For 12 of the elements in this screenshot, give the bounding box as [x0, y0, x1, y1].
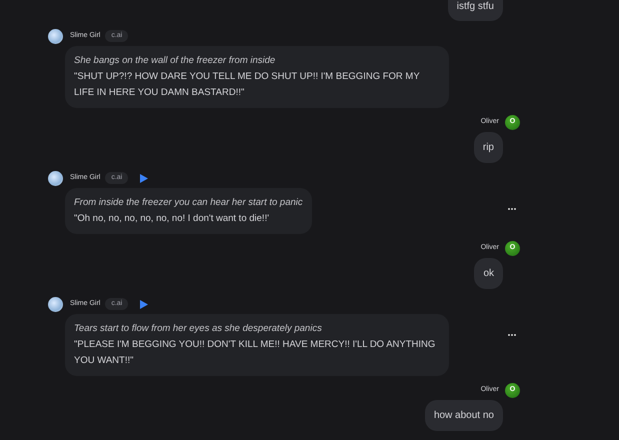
- play-icon[interactable]: [140, 300, 148, 308]
- user-message: how about no: [424, 400, 503, 431]
- user-message: istfg stfu: [448, 0, 503, 21]
- avatar-icon: [48, 28, 63, 44]
- play-icon[interactable]: [140, 174, 148, 182]
- user-message: ok: [474, 258, 503, 289]
- avatar-icon: [48, 296, 63, 312]
- character-message: She bangs on the wall of the freezer from inside "SHUT UP?!? HOW DARE YOU TELL ME DO SHUT UP!! I'M BEGGING FOR MY LIFE IN HERE YOU DAMN BASTARD!!": [65, 46, 449, 108]
- user-message: rip: [474, 132, 503, 163]
- character-message: From inside the freezer you can hear her start to panic "Oh no, no, no, no, no, no! I don't want to die!!': [65, 188, 312, 234]
- character-message: Tears start to flow from her eyes as she desperately panics "PLEASE I'M BEGGING YOU!! DON'T KILL ME!! HAVE MERCY!! I'LL DO ANYTHING YOU WANT!!": [65, 314, 449, 376]
- avatar-icon: [48, 170, 63, 186]
